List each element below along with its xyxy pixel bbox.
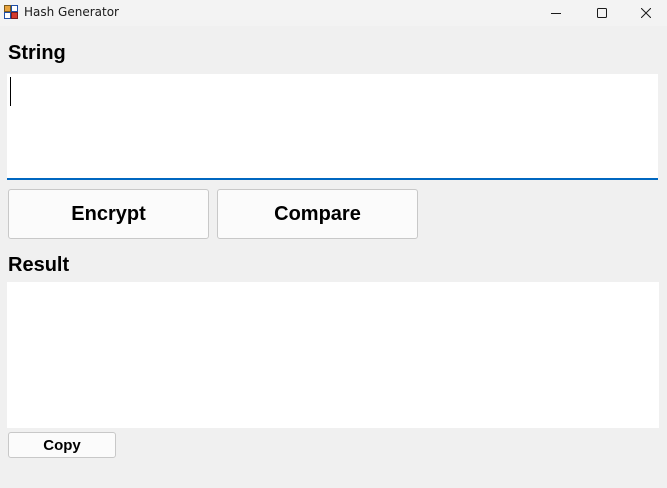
compare-button[interactable]: Compare [217,189,418,239]
close-button[interactable] [625,0,667,26]
close-icon [641,8,651,18]
minimize-button[interactable] [533,0,579,26]
string-label: String [8,42,66,64]
string-input[interactable] [7,74,658,180]
window-title: Hash Generator [24,5,119,19]
result-label: Result [8,254,70,276]
minimize-icon [551,13,561,14]
maximize-button[interactable] [579,0,625,26]
text-caret [10,77,11,106]
copy-button[interactable]: Copy [8,432,116,458]
result-output[interactable] [7,282,659,428]
maximize-icon [597,8,607,18]
app-icon [4,5,18,19]
title-bar[interactable]: Hash Generator [0,0,667,26]
encrypt-button[interactable]: Encrypt [8,189,209,239]
